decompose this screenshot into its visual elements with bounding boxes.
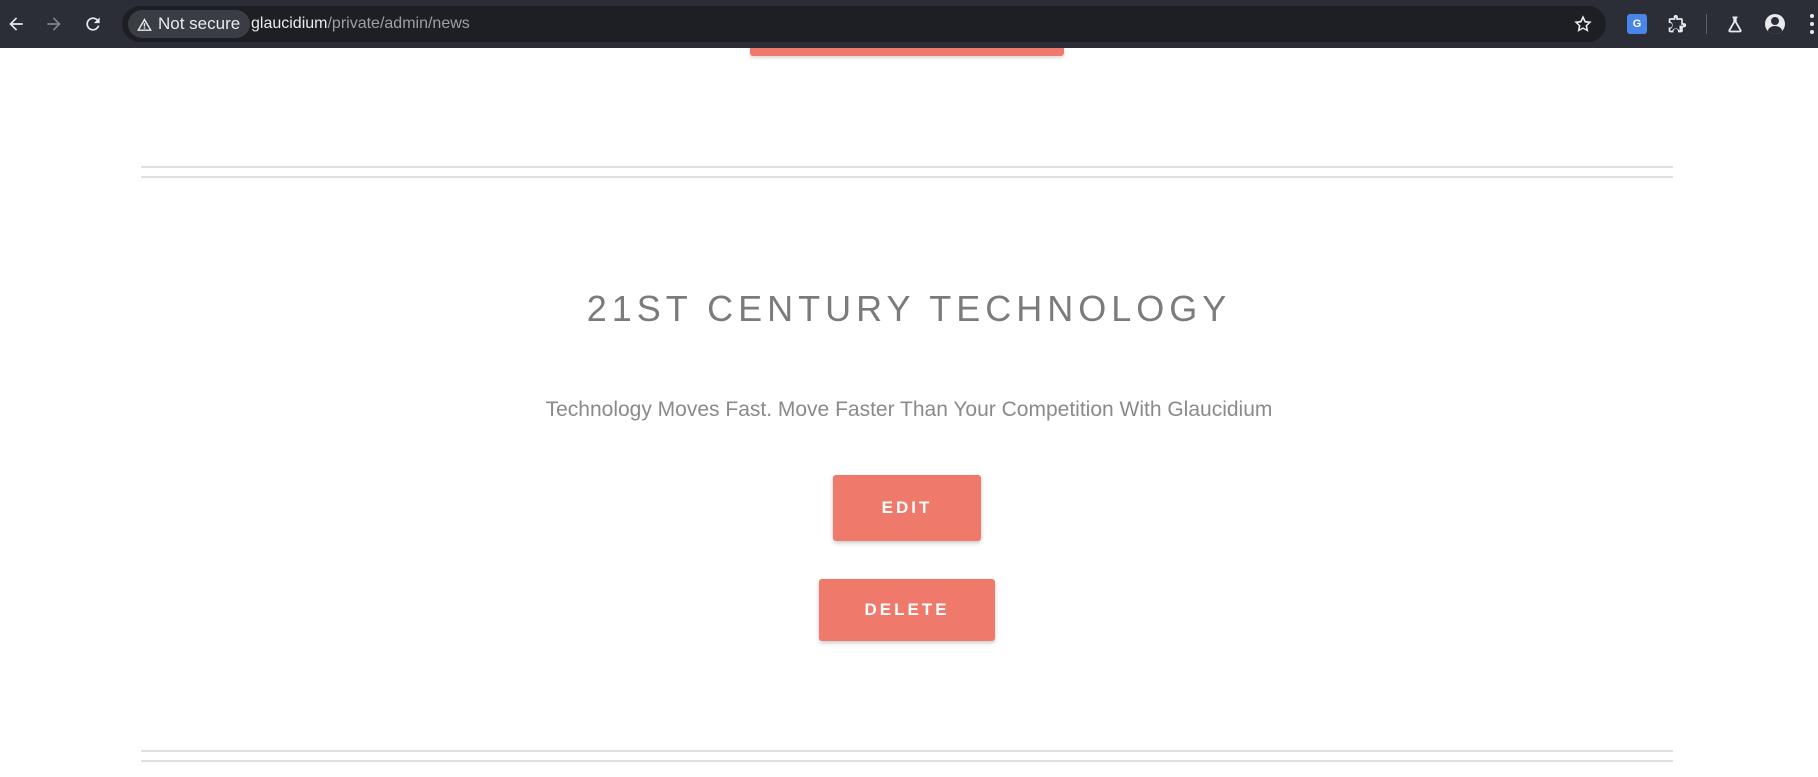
extensions-button[interactable] [1665, 12, 1689, 36]
translate-icon: G [1627, 14, 1647, 34]
menu-dot [1810, 22, 1814, 26]
toolbar-divider [1706, 14, 1707, 34]
menu-dot [1810, 14, 1814, 18]
news-title: 21ST CENTURY TECHNOLOGY [586, 288, 1232, 329]
kebab-menu-icon[interactable] [1810, 14, 1814, 34]
star-icon [1574, 15, 1592, 32]
warning-icon [137, 17, 152, 31]
menu-dot [1810, 30, 1814, 34]
puzzle-icon [1668, 14, 1687, 33]
url-path: /private/admin/news [327, 15, 470, 32]
forward-arrow-icon [47, 17, 61, 31]
section-divider [141, 166, 1673, 168]
news-subtitle: Technology Moves Fast. Move Faster Than … [545, 398, 1273, 421]
previous-item-button[interactable] [750, 48, 1064, 56]
section-divider [141, 750, 1673, 752]
security-label: Not secure [158, 14, 241, 33]
profile-icon [1765, 14, 1785, 34]
back-arrow-icon [9, 17, 23, 31]
url-text[interactable]: glaucidium/private/admin/news [251, 6, 470, 42]
labs-button[interactable] [1723, 12, 1747, 36]
back-button[interactable] [4, 12, 28, 36]
browser-toolbar: Not secure glaucidium/private/admin/news… [0, 0, 1818, 48]
address-bar[interactable]: Not secure glaucidium/private/admin/news [122, 6, 1606, 42]
section-divider [141, 176, 1673, 178]
security-indicator[interactable]: Not secure [128, 10, 251, 38]
profile-button[interactable] [1763, 12, 1787, 36]
delete-button[interactable]: DELETE [819, 579, 995, 641]
reload-button[interactable] [81, 12, 105, 36]
translate-button[interactable]: G [1625, 12, 1649, 36]
edit-button[interactable]: EDIT [833, 475, 981, 541]
flask-icon [1728, 16, 1742, 33]
section-divider [141, 760, 1673, 762]
bookmark-star-button[interactable] [1572, 13, 1594, 35]
reload-icon [86, 17, 100, 31]
page-content: 21ST CENTURY TECHNOLOGY Technology Moves… [0, 48, 1818, 777]
url-host: glaucidium [251, 15, 328, 32]
forward-button[interactable] [42, 12, 66, 36]
